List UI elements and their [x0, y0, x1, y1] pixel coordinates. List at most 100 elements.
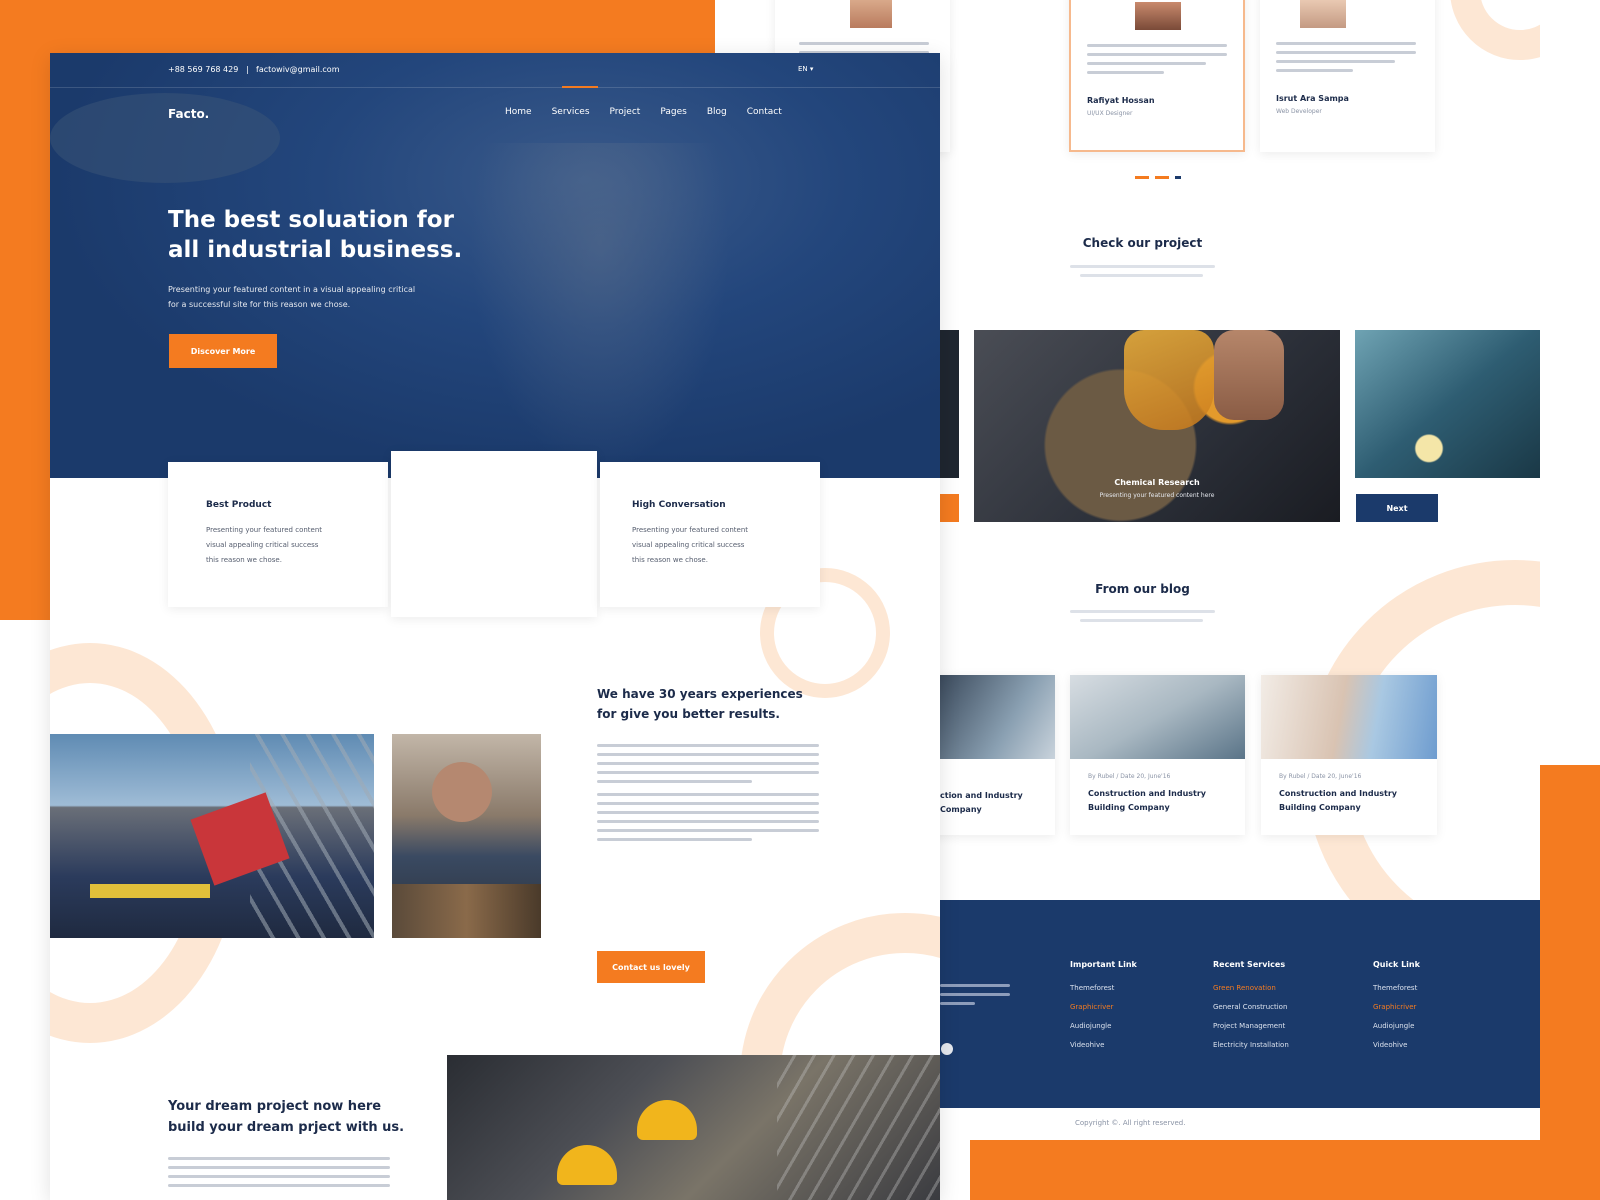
slider-dots[interactable]	[1135, 176, 1181, 179]
nav-home[interactable]: Home	[505, 107, 532, 117]
avatar	[1300, 0, 1346, 28]
copyright: Copyright ©. All right reserved.	[1075, 1119, 1186, 1127]
footer-link[interactable]: Electricity Installation	[1213, 1041, 1289, 1049]
feature-title: Proper Quality	[419, 500, 493, 510]
blog-post-meta: By Rubel / Date 20, June'16	[1088, 773, 1171, 780]
projects-title: Check our project	[1082, 236, 1203, 250]
next-button[interactable]: Next	[1356, 494, 1438, 522]
blog-card[interactable]: By Rubel / Date 20, June'16 Construction…	[1070, 675, 1245, 835]
blog-image	[1070, 675, 1245, 759]
blog-post-title[interactable]: Construction and Industry	[1088, 789, 1206, 798]
slider-dot[interactable]	[1155, 176, 1169, 179]
footer-link[interactable]: General Construction	[1213, 1003, 1287, 1011]
feature-text: Presenting your featured content	[419, 526, 536, 534]
footer-col-title: Important Link	[1070, 960, 1137, 969]
about-title: for give you better results.	[597, 707, 780, 721]
topbar-email[interactable]: factowiv@gmail.com	[256, 65, 340, 74]
dream-image-workers	[447, 1055, 940, 1200]
project-caption-text: Presenting your featured content here	[1099, 492, 1215, 499]
blog-post-title: ction and Industry	[940, 791, 1023, 800]
blog-card[interactable]: By Rubel / Date 20, June'16 Construction…	[1261, 675, 1437, 835]
team-name: Rafiyat Hossan	[1087, 96, 1155, 105]
nav-project[interactable]: Project	[610, 107, 641, 117]
footer-link[interactable]: Graphicriver	[1373, 1003, 1416, 1011]
team-role: Web Developer	[1276, 108, 1322, 115]
avatar	[850, 0, 892, 28]
hero-title: The best soluation for	[168, 207, 454, 233]
blog-post-title[interactable]: Building Company	[1279, 803, 1361, 812]
about-paragraph	[597, 744, 819, 847]
topbar-phone[interactable]: +88 569 768 429	[168, 65, 238, 74]
feature-text: visual appealing critical success	[419, 541, 532, 549]
team-role: UI/UX Designer	[1087, 110, 1133, 117]
footer-link[interactable]: Videohive	[1070, 1041, 1104, 1049]
feature-card: High Conversation Presenting your featur…	[600, 462, 820, 607]
blog-post-meta: By Rubel / Date 20, June'16	[1279, 773, 1362, 780]
blog-image	[1261, 675, 1437, 759]
hero-text: for a successful site for this reason we…	[168, 300, 351, 309]
footer-link[interactable]: Videohive	[1373, 1041, 1407, 1049]
footer-link[interactable]: Audiojungle	[1070, 1022, 1111, 1030]
feature-title: High Conversation	[632, 500, 726, 510]
slider-dot[interactable]	[1175, 176, 1181, 179]
footer-col-title: Quick Link	[1373, 960, 1420, 969]
chevron-down-icon: ▾	[809, 65, 814, 73]
avatar	[1135, 2, 1181, 30]
hero-worker-silhouette	[470, 143, 730, 473]
language-label: EN	[798, 65, 808, 73]
footer-link[interactable]: Themeforest	[1373, 984, 1417, 992]
nav-contact[interactable]: Contact	[747, 107, 782, 117]
feature-text: visual appealing critical success	[632, 541, 745, 549]
project-caption-title: Chemical Research	[1114, 478, 1200, 487]
topbar-divider	[50, 87, 940, 88]
feature-text: this reason we chose.	[632, 556, 708, 564]
blog-post-title[interactable]: Building Company	[1088, 803, 1170, 812]
about-image-welder	[392, 734, 541, 938]
dream-title: build your dream prject with us.	[168, 1120, 405, 1135]
footer-link[interactable]: Green Renovation	[1213, 984, 1276, 992]
footer-link[interactable]: Themeforest	[1070, 984, 1114, 992]
topbar-separator: |	[246, 65, 249, 74]
discover-more-button[interactable]: Discover More	[169, 334, 277, 368]
feature-text: Presenting your featured content	[632, 526, 749, 534]
project-image-right[interactable]	[1355, 330, 1540, 478]
blog-post-title[interactable]: Construction and Industry	[1279, 789, 1397, 798]
footer-link[interactable]: Project Management	[1213, 1022, 1285, 1030]
feature-text: visual appealing critical success	[206, 541, 319, 549]
nav-pages[interactable]: Pages	[660, 107, 686, 117]
nav-active-indicator	[562, 86, 598, 88]
hero-title: all industrial business.	[168, 237, 463, 263]
hero-section: +88 569 768 429 | factowiv@gmail.com EN …	[50, 53, 940, 478]
left-page: +88 569 768 429 | factowiv@gmail.com EN …	[50, 53, 940, 1200]
slider-dot[interactable]	[1135, 176, 1149, 179]
blog-post-title: Company	[940, 805, 982, 814]
team-name: Isrut Ara Sampa	[1276, 94, 1349, 103]
team-card: Isrut Ara Sampa Web Developer	[1260, 0, 1435, 152]
dream-paragraph	[168, 1157, 390, 1193]
footer-col-title: Recent Services	[1213, 960, 1286, 969]
brand-logo[interactable]: Facto.	[168, 107, 209, 121]
nav-blog[interactable]: Blog	[707, 107, 727, 117]
feature-card-highlighted: Proper Quality Presenting your featured …	[391, 451, 597, 617]
project-image-main[interactable]: Chemical Research Presenting your featur…	[974, 330, 1340, 522]
hero-text: Presenting your featured content in a vi…	[168, 285, 416, 294]
footer-circle-icon[interactable]	[941, 1043, 953, 1055]
footer-link[interactable]: Audiojungle	[1373, 1022, 1414, 1030]
language-select[interactable]: EN ▾	[798, 65, 813, 73]
team-card-active: Rafiyat Hossan UI/UX Designer	[1069, 0, 1245, 152]
main-nav: Home Services Project Pages Blog Contact	[505, 107, 782, 117]
feature-title: Best Product	[206, 500, 272, 510]
nav-services[interactable]: Services	[552, 107, 590, 117]
feature-text: Presenting your featured content	[206, 526, 323, 534]
dream-title: Your dream project now here	[168, 1099, 382, 1114]
about-title: We have 30 years experiences	[597, 687, 803, 701]
contact-us-button[interactable]: Contact us lovely	[597, 951, 705, 983]
about-image-engineers	[50, 734, 374, 938]
blog-title: From our blog	[1095, 582, 1190, 596]
feature-card: Best Product Presenting your featured co…	[168, 462, 388, 607]
feature-text: this reason we chose.	[206, 556, 282, 564]
blog-image	[940, 675, 1055, 759]
decor-ring-right-top	[1450, 0, 1540, 60]
footer-link[interactable]: Graphicriver	[1070, 1003, 1113, 1011]
feature-text: this reason we chose.	[419, 556, 495, 564]
